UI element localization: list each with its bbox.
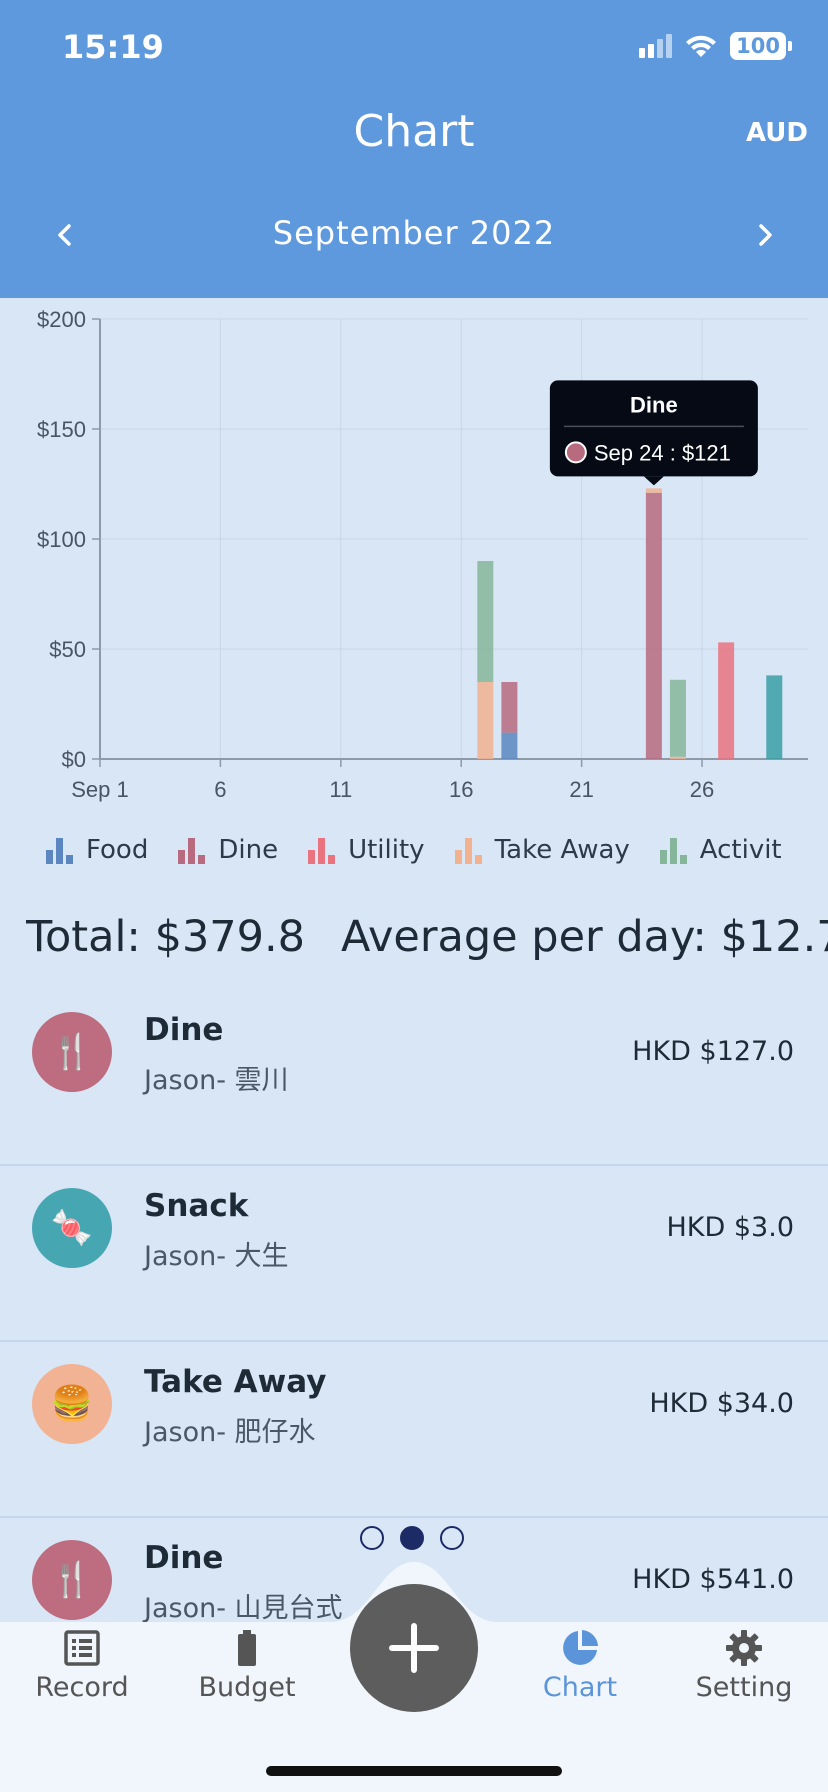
legend-item[interactable]: Activit (659, 832, 782, 868)
x-tick-label: 6 (214, 777, 226, 802)
legend-item[interactable]: Food (46, 832, 148, 868)
legend-item[interactable]: Utility (308, 832, 425, 868)
chart-bar[interactable] (669, 756, 686, 759)
nav-chart[interactable]: Chart (510, 1628, 650, 1703)
app-header: 15:19 100 Chart AUD September 2022 (0, 0, 828, 298)
page-dot-active[interactable] (400, 1526, 424, 1550)
home-indicator (266, 1766, 562, 1776)
page-title: Chart (353, 106, 475, 157)
fork-knife-icon: 🍴 (32, 1012, 112, 1092)
y-tick-label: $150 (37, 417, 86, 442)
chart-bar[interactable] (669, 679, 686, 757)
chart-tooltip: Dine Sep 24 : $121 (549, 380, 758, 486)
chart-bar[interactable] (645, 488, 662, 493)
record-row[interactable]: 🍬 Snack Jason- 大生 HKD $3.0 (0, 1166, 828, 1342)
x-tick-label: 11 (329, 777, 352, 802)
page-indicator (360, 1526, 464, 1550)
nav-record[interactable]: Record (12, 1628, 152, 1703)
chart-bar[interactable] (766, 675, 783, 759)
y-tick-label: $200 (37, 307, 86, 332)
x-tick-label: 21 (569, 777, 593, 802)
total-label: Total: $379.8 (26, 912, 306, 962)
legend-item[interactable]: Take Away (454, 832, 630, 868)
bar-chart-icon (46, 836, 76, 864)
legend-label: Dine (218, 835, 279, 865)
candy-icon: 🍬 (32, 1188, 112, 1268)
pie-chart-icon (563, 1630, 598, 1665)
bar-chart-icon (659, 836, 690, 864)
tooltip-value: Sep 24 : $121 (594, 440, 731, 465)
tooltip-title: Dine (630, 392, 678, 417)
legend-label: Activit (699, 835, 782, 865)
chart-bar[interactable] (477, 561, 494, 682)
record-list-icon (64, 1630, 100, 1666)
burger-icon: 🍔 (32, 1364, 112, 1444)
legend-item[interactable]: Dine (178, 832, 278, 868)
record-category: Take Away (144, 1364, 327, 1400)
legend-label: Take Away (494, 835, 630, 865)
record-row[interactable]: 🍴 Dine Jason- 雲川 HKD $127.0 (0, 990, 828, 1166)
y-tick-label: $100 (37, 527, 86, 552)
wifi-icon (686, 35, 717, 57)
chart-bar[interactable] (718, 642, 735, 759)
record-amount: HKD $3.0 (666, 1212, 795, 1243)
cellular-signal-icon (639, 34, 673, 58)
record-amount: HKD $34.0 (649, 1388, 794, 1419)
battery-level: 100 (730, 32, 786, 60)
record-category: Dine (144, 1012, 224, 1048)
nav-chart-label: Chart (542, 1672, 618, 1703)
y-tick-label: $0 (62, 747, 86, 772)
record-row[interactable]: 🍔 Take Away Jason- 肥仔水 HKD $34.0 (0, 1342, 828, 1518)
record-note: Jason- 肥仔水 (144, 1417, 316, 1448)
currency-button[interactable]: AUD (746, 118, 808, 148)
chart-bar[interactable] (645, 492, 662, 759)
nav-setting-label: Setting (695, 1672, 793, 1703)
chart-bar[interactable] (477, 682, 494, 759)
battery-budget-icon (238, 1630, 256, 1666)
tooltip-swatch (564, 441, 587, 464)
chart-bar[interactable] (501, 682, 518, 733)
y-tick-label: $50 (49, 637, 86, 662)
x-tick-label: 16 (449, 777, 473, 802)
average-label: Average per day: $12.7 (341, 912, 828, 962)
battery-icon: 100 (730, 32, 792, 60)
record-amount: HKD $127.0 (632, 1036, 794, 1067)
x-tick-label: 26 (690, 777, 714, 802)
add-record-button[interactable] (350, 1584, 478, 1712)
bar-chart-icon (308, 836, 338, 864)
next-month-chevron-icon[interactable] (748, 218, 782, 252)
record-note: Jason- 大生 (144, 1241, 289, 1272)
bar-chart-icon (454, 836, 485, 864)
record-note: Jason- 雲川 (144, 1065, 289, 1096)
chart-legend: Food Dine Utility Take Away Activit (46, 832, 806, 868)
record-category: Snack (144, 1188, 249, 1224)
summary: Total: $379.8 Average per day: $12.7 (26, 912, 828, 962)
month-label: September 2022 (272, 214, 556, 252)
page-dot[interactable] (360, 1526, 384, 1550)
gear-icon (726, 1630, 762, 1666)
legend-label: Food (86, 835, 149, 865)
nav-setting[interactable]: Setting (674, 1628, 814, 1703)
nav-budget-label: Budget (198, 1672, 296, 1703)
status-time: 15:19 (62, 28, 164, 66)
chart-bar[interactable] (501, 732, 518, 759)
nav-budget[interactable]: Budget (177, 1628, 317, 1703)
legend-label: Utility (348, 835, 425, 865)
status-icons: 100 (639, 32, 792, 60)
x-tick-label: Sep 1 (71, 777, 129, 802)
tooltip-arrow (643, 476, 664, 486)
nav-record-label: Record (35, 1672, 129, 1703)
page-dot[interactable] (440, 1526, 464, 1550)
bar-chart-icon (178, 836, 208, 864)
plus-icon (389, 1623, 439, 1673)
expense-bar-chart[interactable]: $0 $50 $100 $150 $200 Sep 1 6 11 16 21 26 Dine Sep 2… (0, 298, 828, 818)
